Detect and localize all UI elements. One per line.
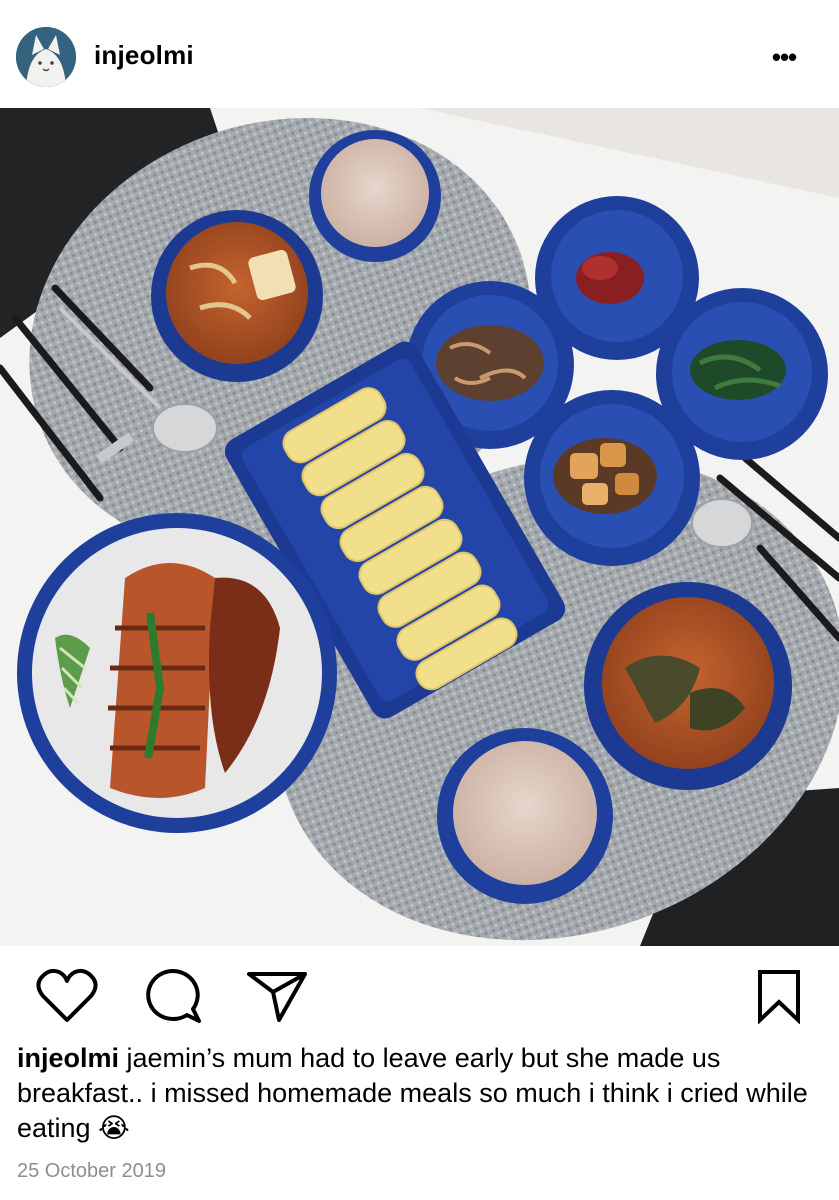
post-photo[interactable] [0, 108, 839, 946]
post-date: 25 October 2019 [17, 1160, 166, 1182]
paper-plane-icon [247, 972, 307, 1022]
avatar-image [16, 27, 76, 87]
caption-username[interactable]: injeolmi [17, 1043, 119, 1073]
action-bar [0, 946, 839, 1046]
food-photo-illustration [0, 108, 839, 946]
header-username[interactable]: injeolmi [94, 40, 194, 71]
bookmark-icon [758, 970, 800, 1024]
heart-icon [36, 968, 98, 1022]
caption-text: jaemin’s mum had to leave early but she … [17, 1043, 808, 1143]
comment-button[interactable] [140, 966, 206, 1026]
three-dots-icon: ••• [771, 42, 797, 72]
save-button[interactable] [746, 966, 812, 1026]
avatar[interactable] [16, 27, 76, 87]
share-button[interactable] [244, 966, 310, 1026]
more-options-button[interactable]: ••• [769, 42, 799, 72]
caption: injeolmi jaemin’s mum had to leave early… [17, 1041, 827, 1146]
speech-bubble-icon [146, 969, 201, 1023]
post-header: injeolmi ••• [0, 0, 839, 108]
like-button[interactable] [34, 966, 100, 1026]
